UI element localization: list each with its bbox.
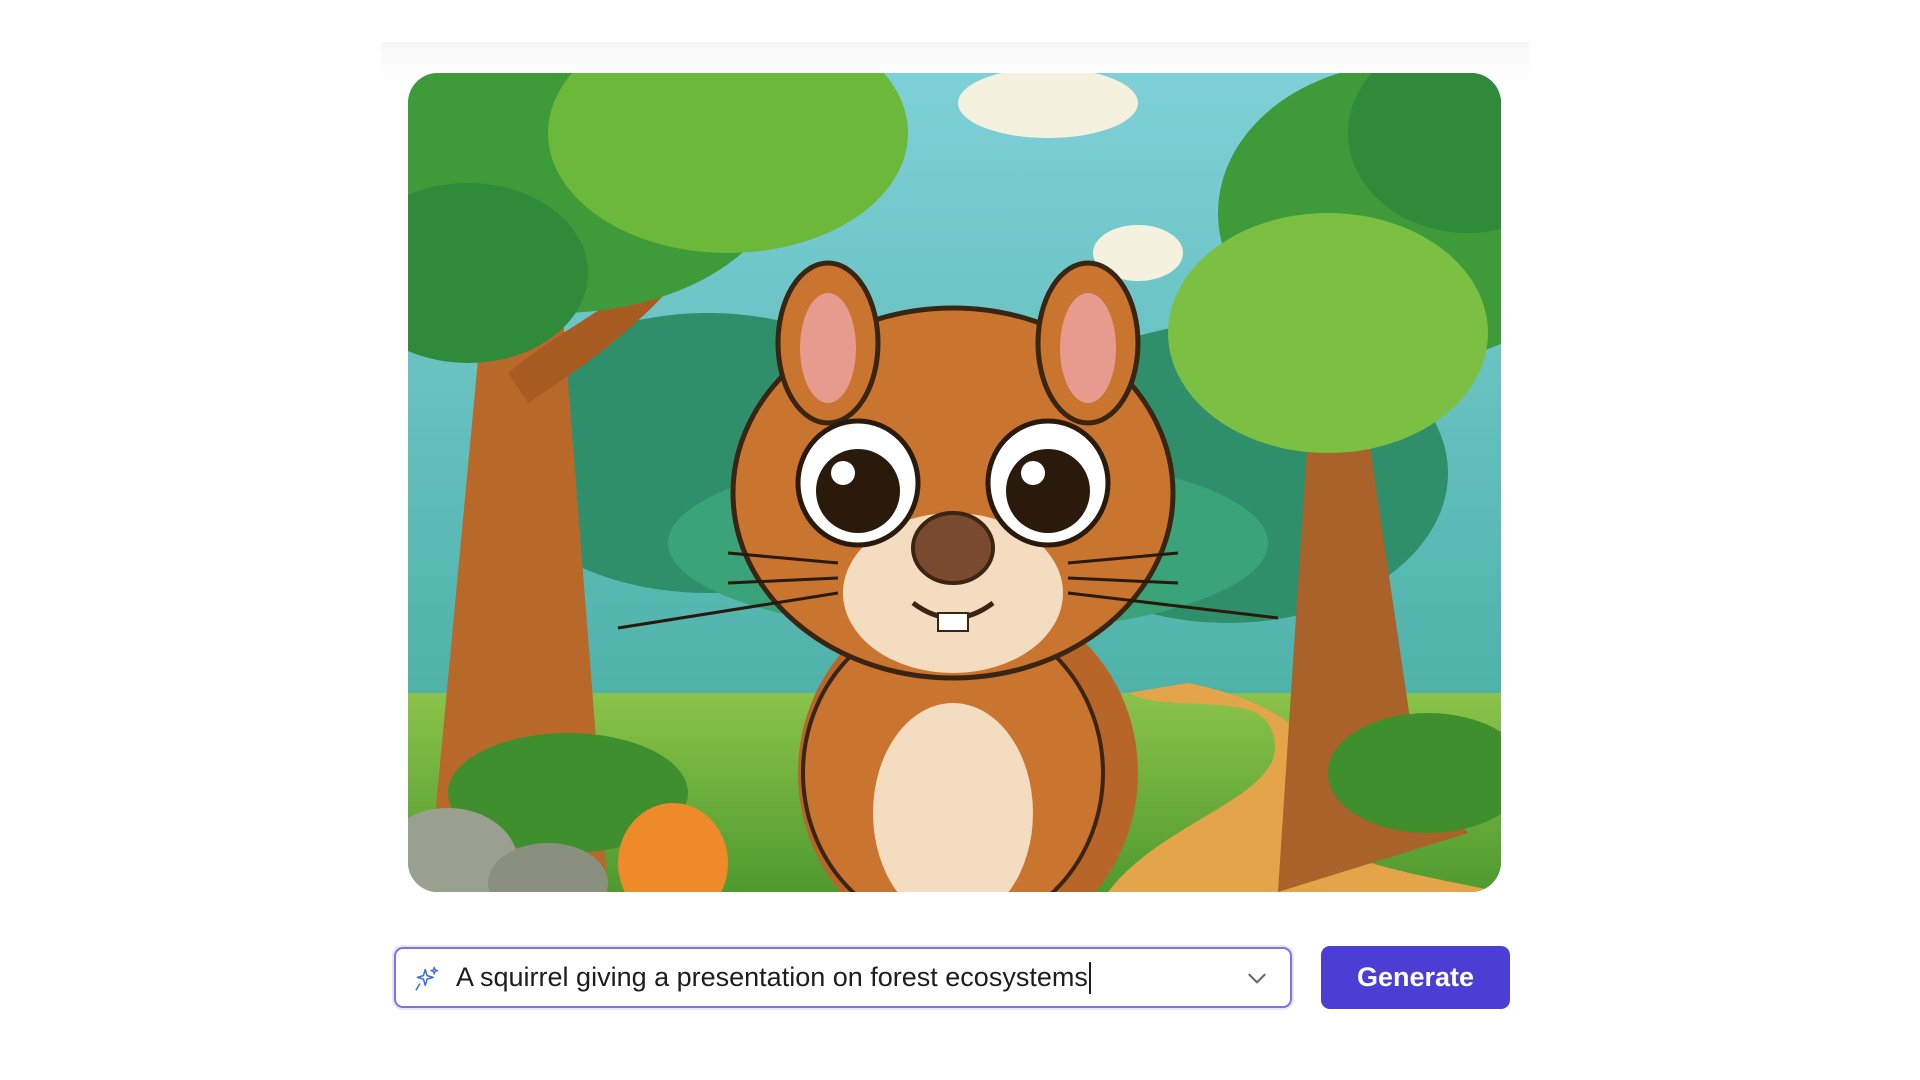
sparkle-icon: [415, 966, 439, 991]
prompt-input[interactable]: A squirrel giving a presentation on fore…: [456, 949, 1091, 1006]
text-caret: [1088, 961, 1091, 994]
generate-button[interactable]: Generate: [1321, 946, 1510, 1009]
prompt-field[interactable]: A squirrel giving a presentation on fore…: [394, 947, 1292, 1008]
generated-image: [408, 73, 1501, 892]
prompt-input-value: A squirrel giving a presentation on fore…: [456, 962, 1088, 992]
squirrel-forest-illustration: [408, 73, 1501, 892]
chevron-down-icon[interactable]: [1244, 965, 1270, 991]
